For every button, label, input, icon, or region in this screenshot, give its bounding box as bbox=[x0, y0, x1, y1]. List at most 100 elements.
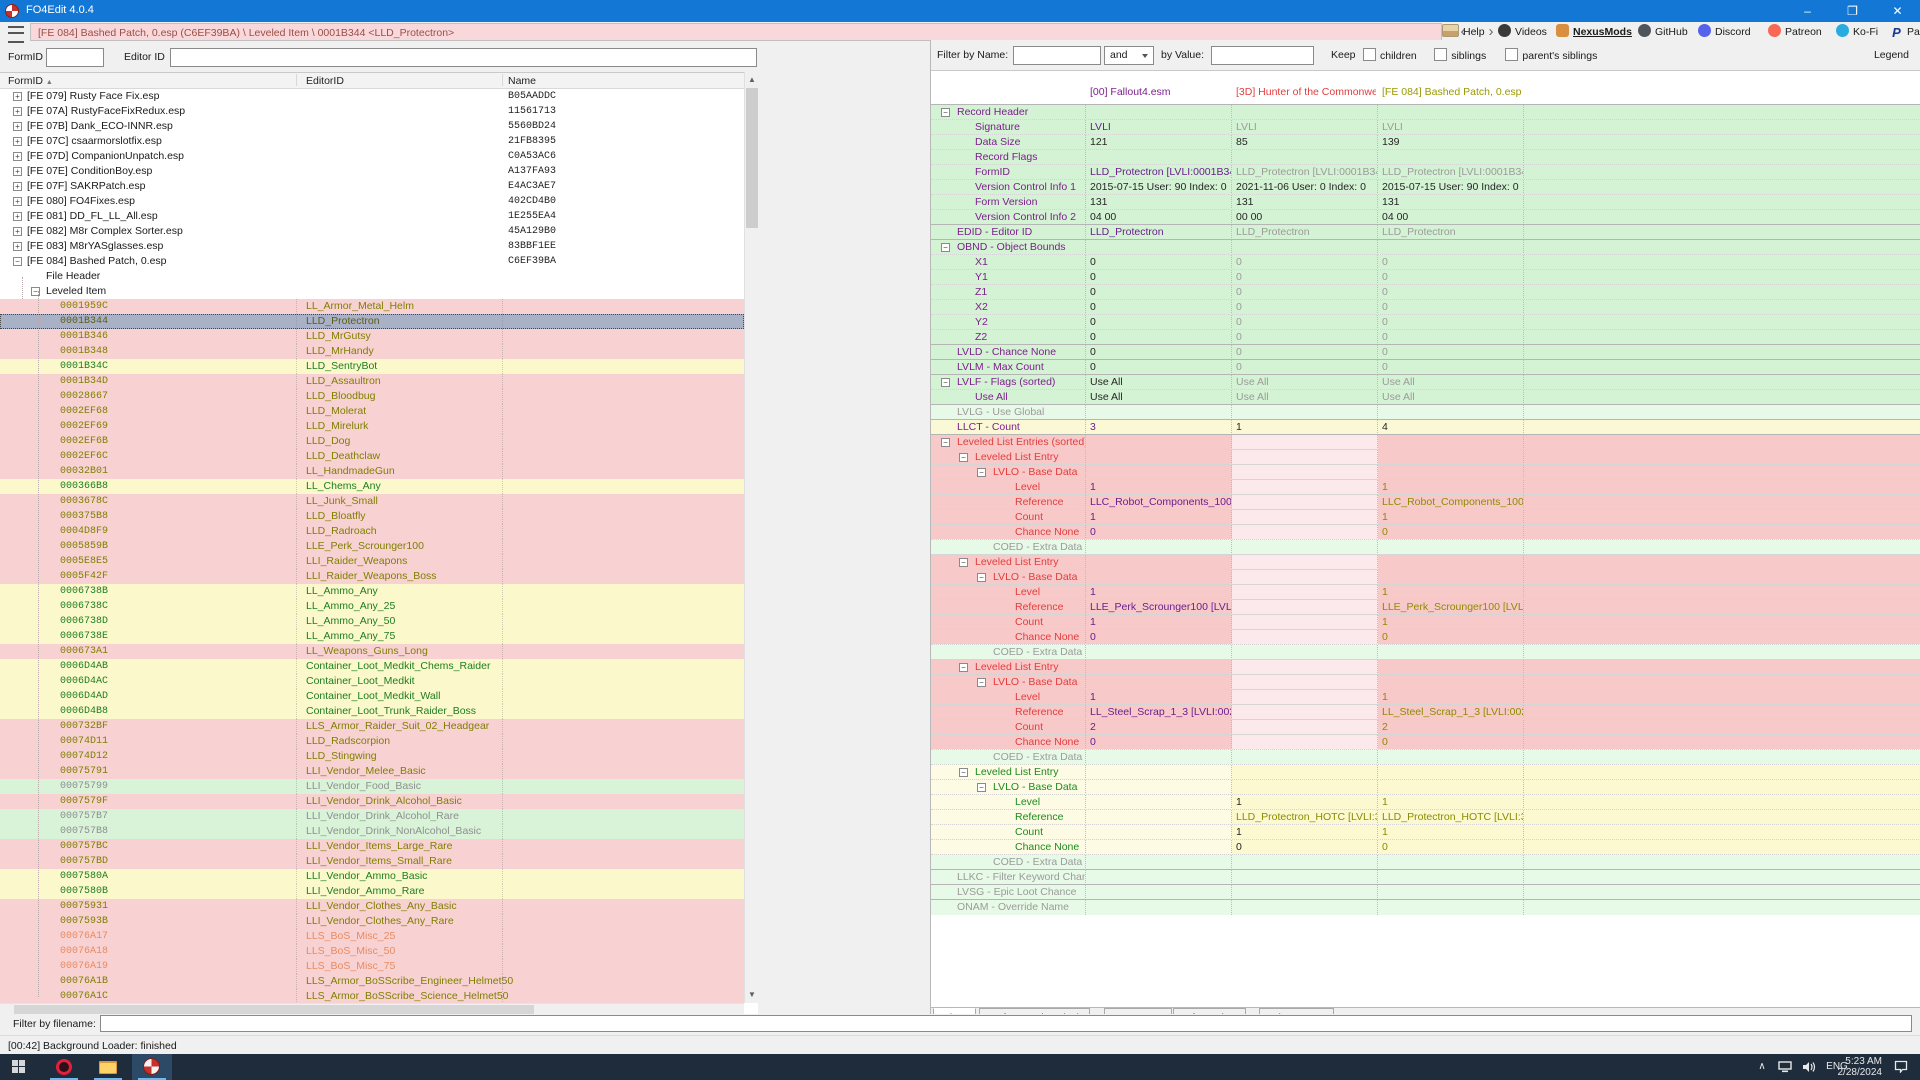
grid-cell[interactable] bbox=[1086, 900, 1232, 915]
grid-row[interactable]: Chance None00 bbox=[931, 629, 1920, 645]
expand-icon[interactable]: + bbox=[13, 122, 22, 131]
grid-cell[interactable]: LLE_Perk_Scrounger100 [LVLI:000... bbox=[1378, 600, 1524, 615]
tree-row-record[interactable]: 0001B348LLD_MrHandy bbox=[0, 344, 744, 359]
tree-row-plugin[interactable]: +[FE 07F] SAKRPatch.espE4AC3AE7 bbox=[0, 179, 744, 194]
tree-col-formid[interactable]: FormID ▲ bbox=[8, 75, 53, 87]
grid-row[interactable]: Count11 bbox=[931, 509, 1920, 525]
link-github[interactable]: GitHub bbox=[1638, 24, 1688, 41]
expand-icon[interactable]: + bbox=[13, 197, 22, 206]
scroll-up-icon[interactable]: ▲ bbox=[746, 73, 758, 87]
grid-row[interactable]: −OBND - Object Bounds bbox=[931, 239, 1920, 255]
link-paypal[interactable]: PPayPal bbox=[1890, 24, 1920, 41]
grid-row[interactable]: Count11 bbox=[931, 824, 1920, 840]
grid-cell[interactable]: Use All bbox=[1378, 375, 1524, 390]
grid-cell[interactable]: 04 00 bbox=[1086, 210, 1232, 225]
filter-value-input[interactable] bbox=[1211, 46, 1314, 65]
grid-cell[interactable] bbox=[1232, 630, 1378, 645]
tree-row-record[interactable]: 00075799LLI_Vendor_Food_Basic bbox=[0, 779, 744, 794]
expand-icon[interactable]: + bbox=[13, 92, 22, 101]
grid-cell[interactable] bbox=[1378, 450, 1524, 465]
grid-row[interactable]: LLCT - Count314 bbox=[931, 419, 1920, 435]
notifications-icon[interactable] bbox=[1888, 1054, 1914, 1080]
collapse-icon[interactable]: − bbox=[941, 438, 950, 447]
grid-cell[interactable]: 0 bbox=[1232, 330, 1378, 345]
grid-cell[interactable]: 0 bbox=[1086, 330, 1232, 345]
grid-cell[interactable]: LLD_Protectron_HOTC [LVLI:3D0... bbox=[1232, 810, 1378, 825]
grid-row[interactable]: −LVLO - Base Data bbox=[931, 674, 1920, 690]
tree-row-plugin[interactable]: +[FE 07B] Dank_ECO-INNR.esp5560BD24 bbox=[0, 119, 744, 134]
grid-row[interactable]: COED - Extra Data bbox=[931, 644, 1920, 660]
grid-cell[interactable] bbox=[1086, 765, 1232, 780]
tree-row-record[interactable]: 00032B01LL_HandmadeGun bbox=[0, 464, 744, 479]
collapse-icon[interactable]: − bbox=[977, 573, 986, 582]
grid-cell[interactable]: Use All bbox=[1232, 375, 1378, 390]
grid-cell[interactable] bbox=[1232, 510, 1378, 525]
tree-row-record[interactable]: 000757B8LLI_Vendor_Drink_NonAlcohol_Basi… bbox=[0, 824, 744, 839]
grid-cell[interactable] bbox=[1232, 690, 1378, 705]
tree-row-record[interactable]: 0003678CLL_Junk_Small bbox=[0, 494, 744, 509]
grid-row[interactable]: COED - Extra Data bbox=[931, 539, 1920, 555]
tree-row-record[interactable]: 000366B8LL_Chems_Any bbox=[0, 479, 744, 494]
grid-cell[interactable]: 0 bbox=[1378, 840, 1524, 855]
tree-row-record[interactable]: 000732BFLLS_Armor_Raider_Suit_02_Headgea… bbox=[0, 719, 744, 734]
grid-cell[interactable]: 0 bbox=[1086, 255, 1232, 270]
tree-row-leveled-item[interactable]: −Leveled Item bbox=[0, 284, 744, 299]
grid-cell[interactable] bbox=[1086, 150, 1232, 165]
grid-cell[interactable]: 1 bbox=[1086, 615, 1232, 630]
grid-cell[interactable]: 0 bbox=[1378, 270, 1524, 285]
grid-cell[interactable]: 2 bbox=[1378, 720, 1524, 735]
tree-row-plugin[interactable]: +[FE 082] M8r Complex Sorter.esp45A129B0 bbox=[0, 224, 744, 239]
expand-icon[interactable]: + bbox=[13, 107, 22, 116]
tree-row-record[interactable]: 000673A1LL_Weapons_Guns_Long bbox=[0, 644, 744, 659]
formid-search-input[interactable] bbox=[46, 48, 104, 67]
grid-row[interactable]: Level11 bbox=[931, 584, 1920, 600]
grid-row[interactable]: X1000 bbox=[931, 254, 1920, 270]
tree-row-record[interactable]: 0007579FLLI_Vendor_Drink_Alcohol_Basic bbox=[0, 794, 744, 809]
grid-cell[interactable]: LL_Steel_Scrap_1_3 [LVLI:0022D0... bbox=[1086, 705, 1232, 720]
tree-row-plugin[interactable]: +[FE 081] DD_FL_LL_All.esp1E255EA4 bbox=[0, 209, 744, 224]
checkbox-icon[interactable] bbox=[1505, 48, 1518, 61]
tree-row-record[interactable]: 0001B346LLD_MrGutsy bbox=[0, 329, 744, 344]
tree-row-record[interactable]: 0004D8F9LLD_Radroach bbox=[0, 524, 744, 539]
keep-checkbox-2[interactable]: parent's siblings bbox=[1505, 48, 1597, 62]
expand-icon[interactable]: + bbox=[13, 212, 22, 221]
grid-cell[interactable]: LVLI bbox=[1086, 120, 1232, 135]
grid-cell[interactable] bbox=[1232, 645, 1378, 660]
tree-row-record[interactable]: 00074D11LLD_Radscorpion bbox=[0, 734, 744, 749]
grid-cell[interactable]: 4 bbox=[1378, 420, 1524, 435]
grid-row[interactable]: Use AllUse AllUse AllUse All bbox=[931, 389, 1920, 405]
tree-row-record[interactable]: 0002EF69LLD_Mirelurk bbox=[0, 419, 744, 434]
grid-cell[interactable] bbox=[1086, 780, 1232, 795]
grid-cell[interactable] bbox=[1086, 840, 1232, 855]
grid-cell[interactable]: LLD_Protectron [LVLI:0001B344] bbox=[1232, 165, 1378, 180]
collapse-icon[interactable]: − bbox=[959, 663, 968, 672]
grid-cell[interactable] bbox=[1232, 465, 1378, 480]
tree-row-record[interactable]: 00075931LLI_Vendor_Clothes_Any_Basic bbox=[0, 899, 744, 914]
menu-icon[interactable] bbox=[8, 26, 24, 43]
tree-row-record[interactable]: 0006D4ABContainer_Loot_Medkit_Chems_Raid… bbox=[0, 659, 744, 674]
grid-cell[interactable]: 121 bbox=[1086, 135, 1232, 150]
expand-icon[interactable]: + bbox=[13, 242, 22, 251]
grid-cell[interactable]: 0 bbox=[1378, 300, 1524, 315]
grid-cell[interactable] bbox=[1232, 750, 1378, 765]
tree-row-plugin[interactable]: +[FE 07C] csaarmorslotfix.esp21FB8395 bbox=[0, 134, 744, 149]
grid-cell[interactable]: 0 bbox=[1378, 525, 1524, 540]
grid-cell[interactable]: 1 bbox=[1232, 420, 1378, 435]
collapse-icon[interactable]: − bbox=[959, 453, 968, 462]
grid-cell[interactable]: 1 bbox=[1378, 585, 1524, 600]
grid-cell[interactable]: 0 bbox=[1086, 525, 1232, 540]
grid-cell[interactable] bbox=[1232, 600, 1378, 615]
grid-cell[interactable] bbox=[1232, 780, 1378, 795]
tree-row-record[interactable]: 00076A1CLLS_Armor_BoSScribe_Science_Helm… bbox=[0, 989, 744, 1004]
tree-row-record[interactable]: 0007580ALLI_Vendor_Ammo_Basic bbox=[0, 869, 744, 884]
grid-cell[interactable] bbox=[1086, 540, 1232, 555]
grid-cell[interactable]: 0 bbox=[1086, 270, 1232, 285]
grid-cell[interactable] bbox=[1232, 150, 1378, 165]
grid-row[interactable]: Count11 bbox=[931, 614, 1920, 630]
grid-cell[interactable] bbox=[1378, 105, 1524, 120]
grid-cell[interactable] bbox=[1378, 660, 1524, 675]
grid-cell[interactable] bbox=[1086, 435, 1232, 450]
grid-cell[interactable] bbox=[1378, 750, 1524, 765]
tree-row-record[interactable]: 0007593BLLI_Vendor_Clothes_Any_Rare bbox=[0, 914, 744, 929]
grid-cell[interactable]: 0 bbox=[1232, 315, 1378, 330]
